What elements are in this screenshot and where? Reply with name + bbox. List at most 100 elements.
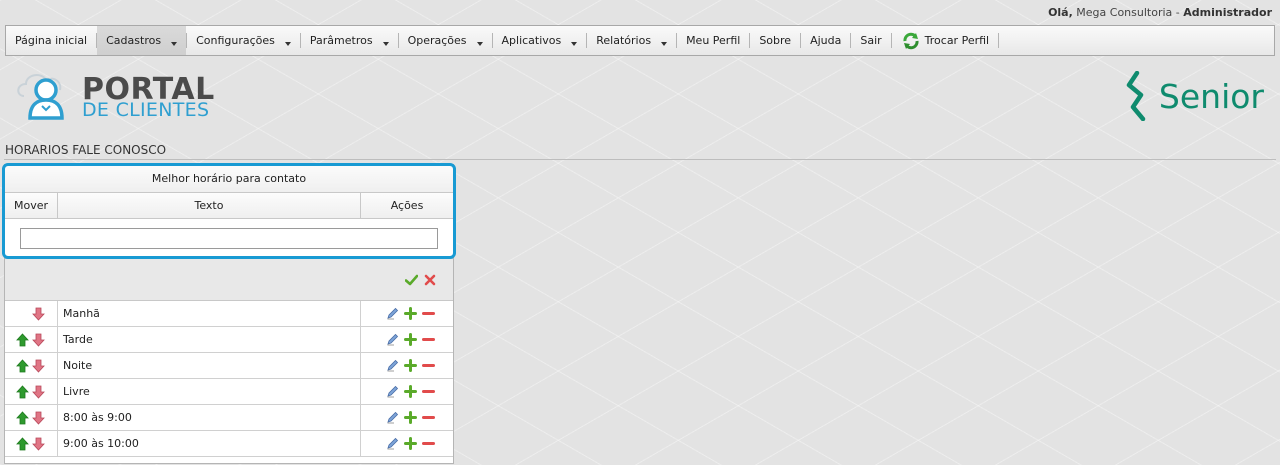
table-row: Tarde [5, 327, 453, 353]
edit-pencil-icon[interactable] [386, 307, 399, 320]
chevron-down-icon [571, 41, 578, 46]
menu-label: Sobre [759, 34, 792, 47]
chevron-down-icon [284, 41, 291, 46]
move-cell [5, 431, 58, 456]
schedule-grid: Melhor horário para contato Mover Texto … [4, 164, 454, 464]
grid-header-row: Mover Texto Ações [5, 193, 453, 219]
texto-filter-input[interactable] [20, 228, 438, 249]
actions-cell [361, 301, 453, 326]
move-down-arrow-icon[interactable] [32, 307, 45, 321]
actions-cell [361, 405, 453, 430]
menu-label: Cadastros [106, 34, 162, 47]
menu-label: Trocar Perfil [924, 34, 990, 47]
move-down-arrow-icon[interactable] [32, 333, 45, 347]
move-up-arrow-icon[interactable] [16, 436, 29, 451]
portal-subtitle: DE CLIENTES [82, 99, 210, 121]
texto-cell: 8:00 às 9:00 [58, 405, 361, 430]
main-menu: Página inicial Cadastros Configurações Parâ… [5, 25, 1275, 56]
menu-item-meu-perfil[interactable]: Meu Perfil [677, 26, 749, 55]
add-plus-icon[interactable] [403, 333, 417, 346]
menu-item-configuracoes[interactable]: Configurações [187, 26, 300, 55]
remove-minus-icon[interactable] [421, 437, 435, 450]
menu-item-relatorios[interactable]: Relatórios [587, 26, 676, 55]
column-header-acoes: Ações [390, 199, 424, 212]
move-down-arrow-icon[interactable] [32, 359, 45, 373]
move-cell [5, 379, 58, 404]
table-row: Livre [5, 379, 453, 405]
move-cell [5, 353, 58, 378]
move-cell [5, 327, 58, 352]
grid-body: Manhã Tarde Noite Livre 8:00 às 9:00 9:00 às … [5, 301, 453, 457]
move-down-arrow-icon[interactable] [32, 411, 45, 425]
move-up-arrow-icon[interactable] [16, 332, 29, 347]
menu-item-parametros[interactable]: Parâmetros [301, 26, 398, 55]
menu-item-sobre[interactable]: Sobre [750, 26, 800, 55]
menu-label: Sair [860, 34, 882, 47]
move-down-arrow-icon[interactable] [32, 385, 45, 399]
move-up-arrow-icon[interactable] [16, 358, 29, 373]
company-name: Mega Consultoria [1076, 6, 1173, 19]
confirm-check-icon[interactable] [405, 274, 418, 286]
user-role: Administrador [1183, 6, 1272, 19]
menu-item-trocar-perfil[interactable]: Trocar Perfil [892, 26, 998, 55]
greeting-label: Olá, [1048, 6, 1073, 19]
title-divider [4, 159, 1276, 160]
menu-item-sair[interactable]: Sair [851, 26, 890, 55]
edit-pencil-icon[interactable] [386, 437, 399, 450]
user-greeting-bar: Olá, Mega Consultoria - Administrador [0, 0, 1280, 24]
texto-cell: Noite [58, 353, 361, 378]
senior-logo: Senior [1123, 70, 1264, 122]
edit-pencil-icon[interactable] [386, 333, 399, 346]
remove-minus-icon[interactable] [421, 333, 435, 346]
remove-minus-icon[interactable] [421, 385, 435, 398]
table-row: 9:00 às 10:00 [5, 431, 453, 457]
menu-label: Meu Perfil [686, 34, 741, 47]
move-up-arrow-icon[interactable] [16, 384, 29, 399]
edit-pencil-icon[interactable] [386, 359, 399, 372]
edit-pencil-icon[interactable] [386, 411, 399, 424]
add-plus-icon[interactable] [403, 359, 417, 372]
menu-label: Ajuda [810, 34, 842, 47]
column-header-mover[interactable]: Mover [5, 193, 58, 218]
texto-cell: Tarde [58, 327, 361, 352]
menu-separator [998, 33, 1000, 48]
table-row: Noite [5, 353, 453, 379]
texto-cell: Livre [58, 379, 361, 404]
move-cell [5, 405, 58, 430]
edit-pencil-icon[interactable] [386, 385, 399, 398]
actions-cell [361, 431, 453, 456]
menu-item-aplicativos[interactable]: Aplicativos [493, 26, 587, 55]
add-plus-icon[interactable] [403, 437, 417, 450]
add-plus-icon[interactable] [403, 307, 417, 320]
menu-item-pagina-inicial[interactable]: Página inicial [6, 26, 96, 55]
new-row-editor [5, 259, 453, 301]
chevron-down-icon [476, 41, 483, 46]
menu-label: Configurações [196, 34, 275, 47]
menu-item-ajuda[interactable]: Ajuda [801, 26, 850, 55]
column-header-texto[interactable]: Texto [58, 193, 361, 218]
senior-brand: Senior [1158, 76, 1264, 116]
chevron-down-icon [171, 41, 178, 46]
actions-cell [361, 327, 453, 352]
cancel-x-icon[interactable] [424, 274, 436, 286]
remove-minus-icon[interactable] [421, 359, 435, 372]
move-up-arrow-icon[interactable] [16, 410, 29, 425]
swap-profile-icon [903, 32, 919, 49]
menu-label: Página inicial [15, 34, 88, 47]
menu-item-cadastros[interactable]: Cadastros [97, 26, 187, 55]
actions-cell [361, 379, 453, 404]
remove-minus-icon[interactable] [421, 411, 435, 424]
texto-cell: 9:00 às 10:00 [58, 431, 361, 456]
remove-minus-icon[interactable] [421, 307, 435, 320]
chevron-down-icon [382, 41, 389, 46]
add-plus-icon[interactable] [403, 385, 417, 398]
senior-logo-icon [1126, 71, 1146, 121]
move-down-arrow-icon[interactable] [32, 437, 45, 451]
move-cell [5, 301, 58, 326]
menu-label: Aplicativos [501, 34, 562, 47]
greeting-separator: - [1175, 6, 1180, 19]
menu-item-operacoes[interactable]: Operações [399, 26, 492, 55]
page-title: HORARIOS FALE CONOSCO [5, 143, 167, 157]
add-plus-icon[interactable] [403, 411, 417, 424]
chevron-down-icon [661, 41, 668, 46]
